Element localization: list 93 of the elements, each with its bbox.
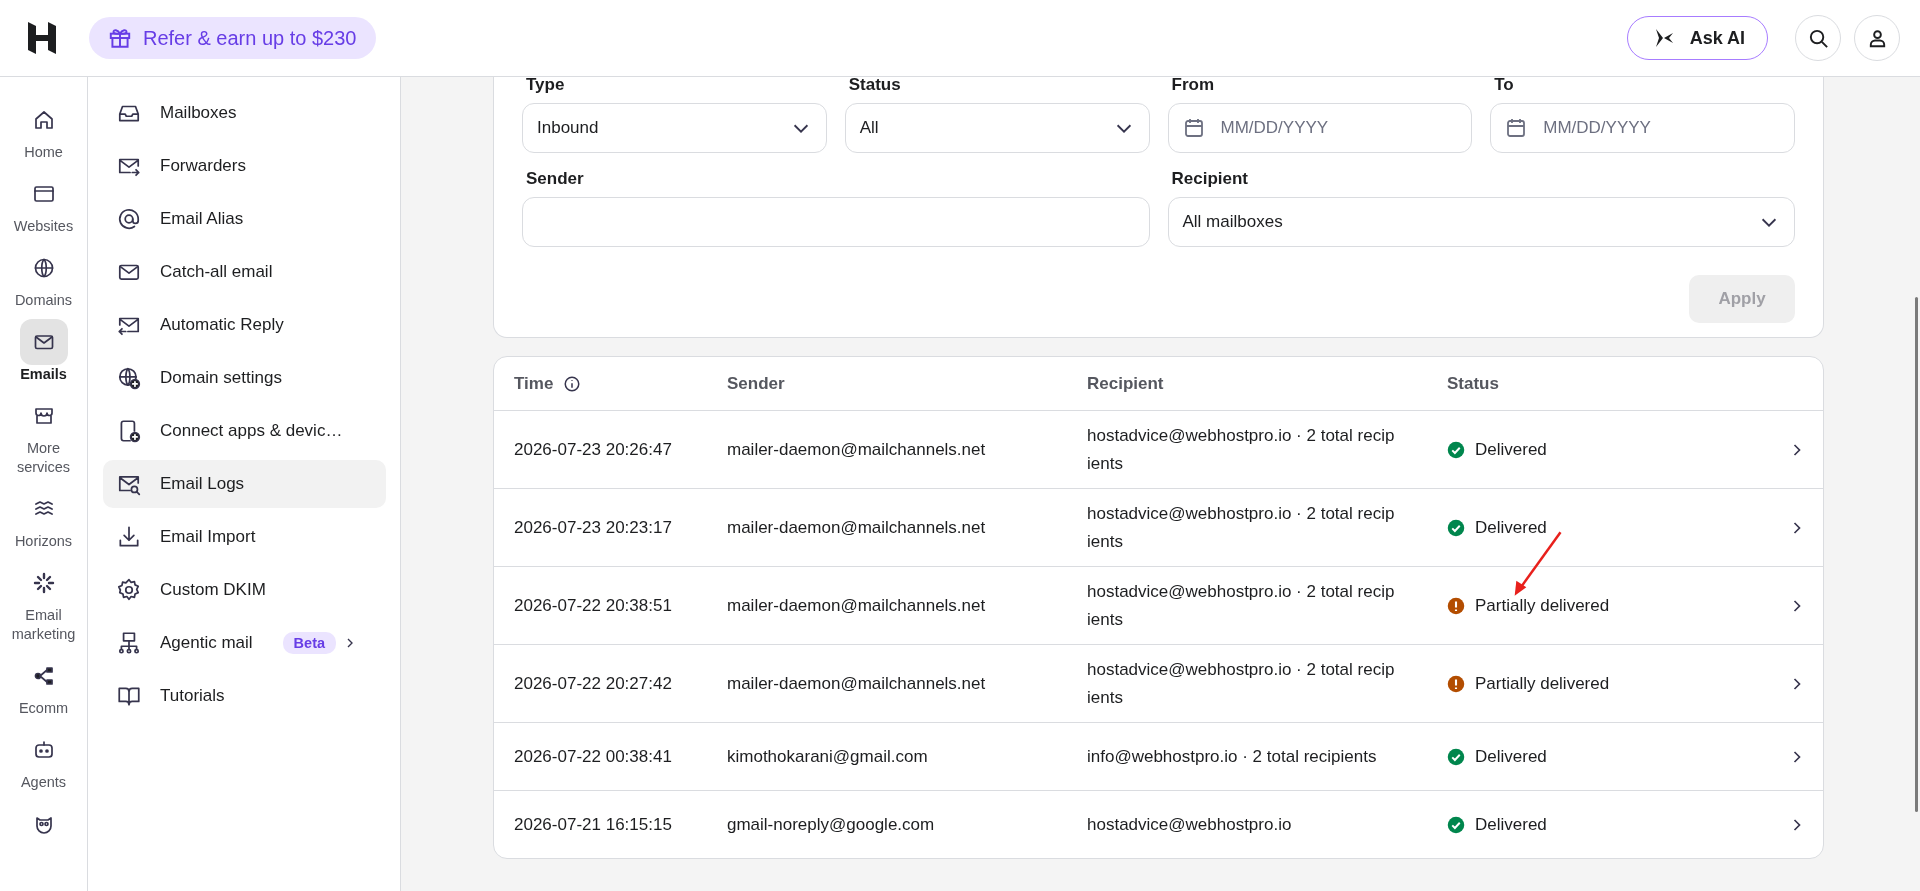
sidebar-item[interactable]: Email Import	[103, 513, 386, 561]
sidebar-item[interactable]: Email Alias	[103, 195, 386, 243]
logo-icon[interactable]	[26, 20, 58, 56]
rail-item[interactable]: Domains	[1, 245, 86, 310]
column-header: Time	[514, 373, 554, 394]
field-label: To	[1493, 75, 1515, 95]
table-cell-text: 2026-07-22 20:38:51	[514, 595, 673, 616]
date-field[interactable]: MM/DD/YYYY	[1490, 103, 1795, 153]
sidebar-item[interactable]: Agentic mail Beta	[103, 619, 386, 667]
table-cell-text: hostadvice@webhostpro.io · 2 total recip ients	[1087, 502, 1396, 553]
table-cell-text: mailer-daemon@mailchannels.net	[727, 439, 987, 460]
table-cell-text: 2026-07-22 00:38:41	[514, 746, 673, 767]
download-icon	[116, 524, 142, 550]
table-cell-text: 2026-07-23 20:23:17	[514, 517, 673, 538]
field-label: From	[1170, 75, 1215, 95]
account-button[interactable]	[1854, 15, 1900, 61]
rail-item[interactable]: Websites	[1, 171, 86, 236]
sidebar-item[interactable]: Domain settings	[103, 354, 386, 402]
scrollbar-thumb[interactable]	[1915, 297, 1918, 812]
referral-button[interactable]: Refer & earn up to $230	[89, 17, 377, 59]
status-dropdown[interactable]: All	[844, 103, 1150, 153]
gear-icon	[116, 577, 142, 603]
column-header: Status	[1447, 373, 1499, 394]
rail-item[interactable]: Agents	[1, 727, 86, 792]
beta-badge: Beta	[282, 632, 337, 654]
sidebar-item[interactable]: Email Logs	[103, 460, 386, 508]
table-cell-text: mailer-daemon@mailchannels.net	[727, 673, 987, 694]
sidebar-label: Catch-all email	[160, 262, 273, 282]
table-cell-text: hostadvice@webhostpro.io	[1087, 813, 1293, 836]
rail-item[interactable]: Home	[1, 97, 86, 162]
table-cell-text: 2026-07-21 16:15:15	[514, 814, 673, 835]
sidebar-label: Email Import	[160, 527, 256, 547]
status-text: Partially delivered	[1475, 673, 1610, 694]
rail-item[interactable]: Ecomm	[1, 653, 86, 718]
sidebar-label: Email Alias	[160, 209, 244, 229]
log-row[interactable]: 2026-07-22 20:38:51 mailer-daemon@mailchannels.net hostadvice@webhostpro.io · 2 total recip ients Partially delivered	[494, 567, 1823, 645]
status-text: Delivered	[1475, 517, 1547, 538]
log-row[interactable]: 2026-07-23 20:26:47 mailer-daemon@mailchannels.net hostadvice@webhostpro.io · 2 total recip ients Delivered	[494, 411, 1823, 489]
sidebar-item[interactable]: Catch-all email	[103, 248, 386, 296]
search-button[interactable]	[1795, 15, 1841, 61]
table-cell-text: hostadvice@webhostpro.io · 2 total recip ients	[1087, 580, 1396, 631]
table-cell-text: mailer-daemon@mailchannels.net	[727, 595, 987, 616]
table-cell-text: 2026-07-22 20:27:42	[514, 673, 673, 694]
field-label: Type	[525, 75, 566, 95]
log-row[interactable]: 2026-07-21 16:15:15 gmail-noreply@google.com hostadvice@webhostpro.io Delivered	[494, 791, 1823, 858]
sidebar-item[interactable]: Custom DKIM	[103, 566, 386, 614]
field-label: Status	[847, 75, 902, 95]
rail-item[interactable]: Emails	[1, 319, 86, 384]
status-text: Delivered	[1475, 439, 1547, 460]
table-cell-text: hostadvice@webhostpro.io · 2 total recip ients	[1087, 424, 1396, 475]
sidebar-item[interactable]: Automatic Reply	[103, 301, 386, 349]
sidebar-label: Automatic Reply	[160, 315, 284, 335]
column-header: Sender	[727, 373, 785, 394]
sidebar-label: Email Logs	[160, 474, 245, 494]
status-text: Partially delivered	[1475, 595, 1610, 616]
sidebar-label: Mailboxes	[160, 103, 237, 123]
info-icon	[563, 374, 582, 393]
table-cell-text: mailer-daemon@mailchannels.net	[727, 517, 987, 538]
log-row[interactable]: 2026-07-22 00:38:41 kimothokarani@gmail.com info@webhostpro.io · 2 total recipients Delivered	[494, 723, 1823, 791]
column-header: Recipient	[1087, 373, 1164, 394]
field-label: Sender	[525, 169, 585, 189]
sidebar-label: Agentic mail	[160, 633, 253, 653]
globeplus-icon	[116, 365, 142, 391]
table-cell-text: hostadvice@webhostpro.io · 2 total recip ients	[1087, 658, 1396, 709]
status-text: Delivered	[1475, 814, 1547, 835]
sidebar-item[interactable]: Tutorials	[103, 672, 386, 720]
sidebar-item[interactable]: Forwarders	[103, 142, 386, 190]
sidebar-label: Forwarders	[160, 156, 246, 176]
type-dropdown[interactable]: Inbound	[522, 103, 827, 153]
rail-item[interactable]: Horizons	[1, 486, 86, 551]
date-field[interactable]: MM/DD/YYYY	[1167, 103, 1473, 153]
table-cell-text: gmail-noreply@google.com	[727, 814, 936, 835]
ask-ai-button[interactable]: Ask AI	[1626, 16, 1768, 60]
field-label: Recipient	[1170, 169, 1250, 189]
status-text: Delivered	[1475, 746, 1547, 767]
sender-field[interactable]	[522, 197, 1150, 247]
table-cell-text: 2026-07-23 20:26:47	[514, 439, 673, 460]
burst-icon	[31, 571, 56, 595]
rail-item[interactable]: More services	[1, 393, 86, 477]
sidebar-label: Domain settings	[160, 368, 282, 388]
sidebar-label: Tutorials	[160, 686, 225, 706]
rail-item[interactable]: Email marketing	[1, 560, 86, 644]
sidebar-label: Custom DKIM	[160, 580, 266, 600]
table-cell-text: kimothokarani@gmail.com	[727, 746, 929, 767]
agent-icon	[116, 630, 142, 656]
log-row[interactable]: 2026-07-22 20:27:42 mailer-daemon@mailchannels.net hostadvice@webhostpro.io · 2 total recip ients Partially delivered	[494, 645, 1823, 723]
log-row[interactable]: 2026-07-23 20:23:17 mailer-daemon@mailchannels.net hostadvice@webhostpro.io · 2 total recip ients Delivered	[494, 489, 1823, 567]
sidebar-label: Connect apps & devic…	[160, 421, 343, 441]
table-cell-text: info@webhostpro.io · 2 total recipients	[1087, 745, 1378, 768]
recipient-dropdown[interactable]: All mailboxes	[1167, 197, 1795, 247]
at-icon	[116, 206, 142, 232]
sidebar-item[interactable]: Mailboxes	[103, 89, 386, 137]
sidebar-item[interactable]: Connect apps & devic…	[103, 407, 386, 455]
